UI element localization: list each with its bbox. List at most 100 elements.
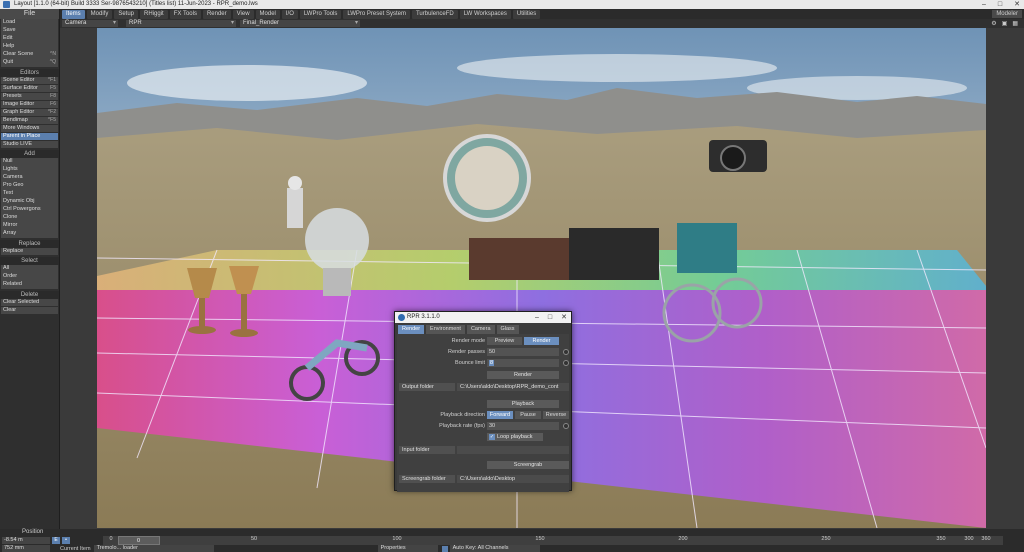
current-item-select[interactable]: Tremolo... loader [93,545,214,552]
render-mode-select[interactable]: Final_Render ▾ [240,20,360,27]
view-type-select[interactable]: Camera ▾ [62,20,118,27]
left-panel-parent-in-place-button[interactable]: Parent in Place [1,132,58,140]
menu-tab-turbulencefd[interactable]: TurbulenceFD [411,9,458,19]
minimize-icon[interactable]: – [535,312,539,323]
close-icon[interactable]: ✕ [1014,0,1020,9]
left-panel-save-button[interactable]: Save [1,27,58,35]
left-panel-quit-button[interactable]: Quit ^Q [1,59,58,67]
left-panel-load-button[interactable]: Load [1,19,58,27]
option-forward[interactable]: Forward [487,411,513,419]
auto-key-checkbox[interactable] [441,545,448,552]
menu-tab-setup[interactable]: Setup [114,9,139,19]
loop-playback-toggle[interactable]: ✓ Loop playback [487,433,543,441]
left-panel-null-button[interactable]: Null [1,158,58,166]
output-folder-button[interactable]: Output folder [399,383,455,391]
menu-tab-lw-workspaces[interactable]: LW Workspaces [459,9,511,19]
maximize-viewport-icon[interactable]: ▣ [1002,20,1008,27]
left-panel-mirror-button[interactable]: Mirror [1,222,58,230]
rpr-tab-render[interactable]: Render [398,325,425,334]
left-panel-graph-editor-button[interactable]: Graph Editor ^F2 [1,108,58,116]
render-passes-input[interactable]: 50 [487,348,559,356]
option-preview[interactable]: Preview [487,337,522,345]
menu-tab-lwpro-tools[interactable]: LWPro Tools [299,9,342,19]
left-panel-presets-button[interactable]: Presets F8 [1,92,58,100]
left-panel-edit-button[interactable]: Edit [1,35,58,43]
output-folder-field[interactable]: C:\Users\aldo\Desktop\RPR_demo_cont [457,383,569,391]
file-menu-button[interactable]: File [0,9,60,19]
left-panel-camera-button[interactable]: Camera [1,174,58,182]
camera-select[interactable]: RPR ▾ [126,20,236,27]
left-panel-order-button[interactable]: Order [1,273,58,281]
input-folder-button[interactable]: Input folder [399,446,455,454]
rpr-dialog-title-bar[interactable]: RPR 3.1.1.0 – □ ✕ [395,312,571,323]
auto-key-select[interactable]: Auto Key: All Channels [449,545,540,552]
option-reverse[interactable]: Reverse [543,411,569,419]
left-panel-studio-live-button[interactable]: Studio LIVE [1,140,58,148]
left-panel-image-editor-button[interactable]: Image Editor F6 [1,100,58,108]
rpr-tab-glass[interactable]: Glass [496,325,519,334]
screengrab-folder-field[interactable]: C:\Users\aldo\Desktop [457,475,569,483]
position-field[interactable]: -8.54 m [2,537,50,544]
minimize-icon[interactable]: – [982,0,986,9]
left-panel-surface-editor-button[interactable]: Surface Editor F5 [1,84,58,92]
bounce-limit-input[interactable]: 8 [487,359,559,367]
menu-tab-rhiggit[interactable]: RHiggit [140,9,168,19]
playback-rate-envelope-icon[interactable] [563,423,569,429]
left-panel-related-button[interactable]: Related [1,281,58,289]
left-panel-lights-button[interactable]: Lights [1,166,58,174]
app-icon [3,1,10,8]
left-panel-more-windows-button[interactable]: More Windows [1,124,58,132]
maximize-icon[interactable]: □ [548,312,552,323]
properties-button[interactable]: Properties [377,545,438,552]
left-panel-replace-button[interactable]: Replace [1,247,58,255]
menu-tab-utilities[interactable]: Utilities [512,9,541,19]
close-icon[interactable]: ✕ [561,312,567,323]
position-mode-button[interactable]: • [62,537,70,544]
render-button[interactable]: Render [487,371,559,379]
rpr-tab-environment[interactable]: Environment [426,325,465,334]
option-pause[interactable]: Pause [515,411,541,419]
left-panel-clear-selected-button[interactable]: Clear Selected [1,298,58,306]
gear-icon[interactable]: ⚙ [991,20,996,27]
menu-tab-view[interactable]: View [232,9,254,19]
position-field-secondary[interactable]: 752 mm [2,545,50,552]
left-panel-ctrl-powergons-button[interactable]: Ctrl Powergons [1,206,58,214]
position-key-button[interactable]: E [52,537,60,544]
modeler-button[interactable]: Modeler [992,10,1022,18]
left-panel-clone-button[interactable]: Clone [1,214,58,222]
timeline-scrubber[interactable]: 0 [118,536,160,545]
maximize-icon[interactable]: □ [998,0,1002,9]
screengrab-button[interactable]: Screengrab [487,461,569,469]
button-label: Scene Editor [3,76,35,83]
screengrab-folder-button[interactable]: Screengrab folder [399,475,455,483]
viewport-layout-icon[interactable]: ▦ [1012,20,1018,27]
left-panel-section-add: Add [0,150,59,158]
menu-tab-lwpro-preset-system[interactable]: LWPro Preset System [343,9,410,19]
button-label: Parent in Place [3,132,41,139]
menu-tab-render[interactable]: Render [202,9,231,19]
left-toolbar: Load Save Edit Help Clear Scene ^N Quit ^Q Edito… [0,19,60,529]
option-render[interactable]: Render [524,337,559,345]
menu-tab-fx-tools[interactable]: FX Tools [169,9,201,19]
left-panel-scene-editor-button[interactable]: Scene Editor ^F1 [1,76,58,84]
left-panel-help-button[interactable]: Help [1,43,58,51]
left-panel-dynamic-obj-button[interactable]: Dynamic Obj [1,198,58,206]
left-panel-all-button[interactable]: All [1,265,58,273]
left-panel-bendimap-button[interactable]: Bendimap ^F5 [1,116,58,124]
input-folder-field[interactable] [457,446,569,454]
menu-tab-model[interactable]: Model [255,9,280,19]
bounce-limit-envelope-icon[interactable] [563,360,569,366]
menu-tab-modify[interactable]: Modify [86,9,113,19]
left-panel-clear-button[interactable]: Clear [1,306,58,314]
left-panel-pro-geo-button[interactable]: Pro Geo [1,182,58,190]
render-passes-envelope-icon[interactable] [563,349,569,355]
playback-rate-input[interactable]: 30 [487,422,559,430]
menu-tab-items[interactable]: Items [62,9,85,19]
menu-tab-i-o[interactable]: I/O [281,9,298,19]
rpr-tab-camera[interactable]: Camera [466,325,495,334]
left-panel-clear-scene-button[interactable]: Clear Scene ^N [1,51,58,59]
left-panel-text-button[interactable]: Text [1,190,58,198]
playback-button[interactable]: Playback [487,400,559,408]
timeline-ruler[interactable]: 0 50 100 150 200 250 300 350 360 [103,536,1003,545]
left-panel-array-button[interactable]: Array [1,230,58,238]
